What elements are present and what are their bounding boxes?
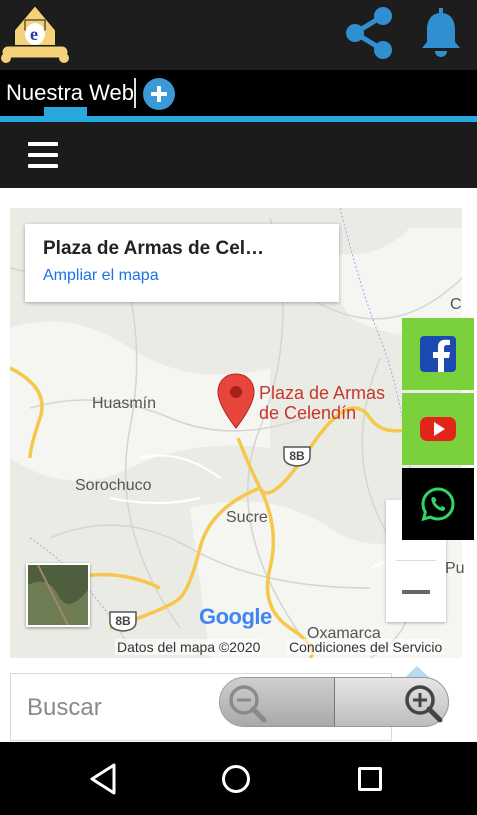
- bell-icon[interactable]: [418, 8, 464, 58]
- facebook-button[interactable]: [402, 318, 474, 390]
- google-logo: Google: [199, 604, 272, 629]
- search-placeholder: Buscar: [27, 694, 102, 721]
- edge-label: Pu: [445, 560, 465, 577]
- town-label: Sorochuco: [75, 477, 152, 494]
- hamburger-menu-icon[interactable]: [28, 142, 58, 168]
- zoom-out-icon[interactable]: [226, 683, 270, 723]
- terms-link[interactable]: Condiciones del Servicio: [287, 639, 445, 655]
- map-data-credit: Datos del mapa ©2020: [115, 639, 263, 655]
- map-zoom-out-button[interactable]: [386, 562, 446, 622]
- tab-divider: [134, 78, 136, 108]
- facebook-icon: [420, 336, 456, 372]
- whatsapp-icon: [421, 487, 455, 522]
- tab-nuestra-web[interactable]: Nuestra Web: [6, 79, 134, 107]
- app-logo[interactable]: e: [0, 2, 70, 68]
- map-marker-icon[interactable]: [217, 373, 255, 429]
- map-zoom-divider: [396, 560, 436, 561]
- route-shield-label: 8B: [115, 614, 131, 628]
- town-label: Huasmín: [92, 395, 157, 412]
- svg-text:e: e: [30, 24, 38, 44]
- whatsapp-button[interactable]: [402, 468, 474, 540]
- app-header: [0, 0, 477, 70]
- marker-label-line2: de Celendín: [259, 403, 357, 423]
- enlarge-map-link[interactable]: Ampliar el mapa: [43, 267, 159, 285]
- edge-label: C: [450, 296, 462, 313]
- youtube-button[interactable]: [402, 393, 474, 465]
- marker-label-line1: Plaza de Armas: [259, 383, 386, 403]
- town-label: Sucre: [226, 509, 268, 526]
- back-triangle-icon[interactable]: [88, 762, 120, 796]
- youtube-icon: [420, 417, 456, 441]
- plus-icon[interactable]: [143, 78, 175, 110]
- recent-apps-icon[interactable]: [358, 767, 382, 791]
- route-shield-label: 8B: [289, 449, 305, 463]
- place-info-card: [25, 224, 339, 302]
- home-circle-icon[interactable]: [222, 765, 250, 793]
- satellite-toggle[interactable]: [26, 563, 90, 627]
- zoom-in-icon[interactable]: [402, 683, 446, 723]
- menu-bar: [0, 122, 477, 188]
- share-icon[interactable]: [343, 6, 395, 60]
- place-title: Plaza de Armas de Cel…: [43, 238, 265, 259]
